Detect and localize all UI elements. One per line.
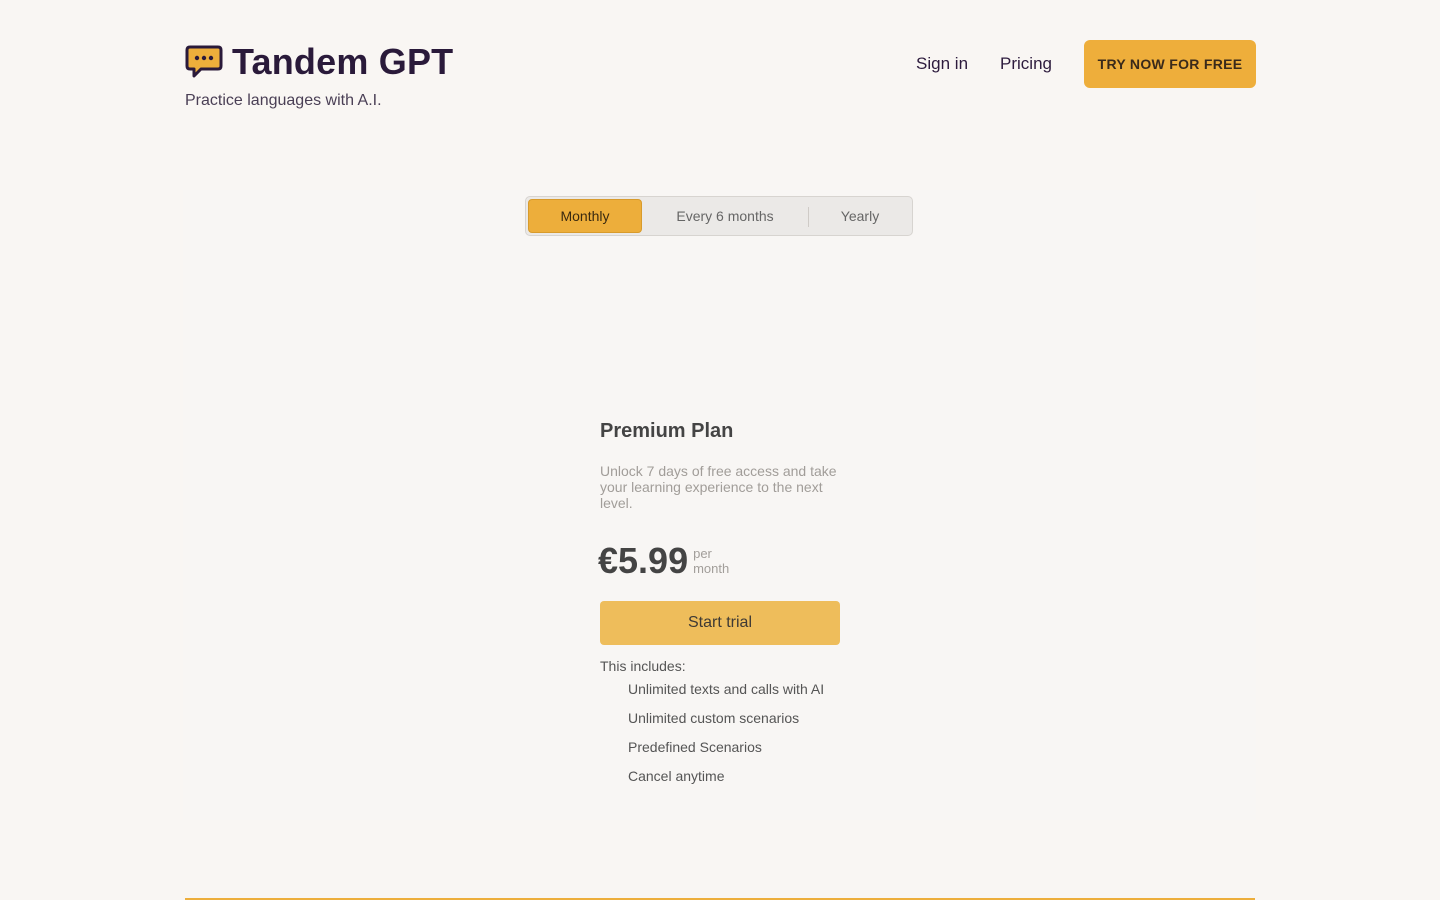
start-trial-button[interactable]: Start trial bbox=[600, 601, 840, 645]
toggle-every-6-months[interactable]: Every 6 months bbox=[644, 199, 806, 233]
brand[interactable]: Tandem GPT bbox=[185, 40, 453, 84]
pricing-link[interactable]: Pricing bbox=[1000, 40, 1052, 88]
main-nav: Sign in Pricing TRY NOW FOR FREE bbox=[916, 40, 1256, 88]
toggle-monthly[interactable]: Monthly bbox=[528, 199, 642, 233]
chat-bubble-icon bbox=[185, 43, 223, 81]
plan-price: €5.99 bbox=[598, 540, 689, 581]
price-row: €5.99 per month bbox=[598, 541, 840, 581]
premium-plan-card: Premium Plan Unlock 7 days of free acces… bbox=[598, 418, 840, 796]
feature-item: Unlimited texts and calls with AI bbox=[628, 681, 825, 697]
feature-list: Unlimited texts and calls with AI Unlimi… bbox=[628, 680, 840, 785]
try-free-button[interactable]: TRY NOW FOR FREE bbox=[1084, 40, 1256, 88]
brand-tagline: Practice languages with A.I. bbox=[185, 92, 382, 109]
brand-name: Tandem GPT bbox=[232, 41, 454, 82]
site-header: Tandem GPT Practice languages with A.I. … bbox=[185, 40, 1256, 120]
feature-item: Cancel anytime bbox=[628, 768, 725, 784]
plan-title: Premium Plan bbox=[600, 420, 734, 442]
price-unit-per: per bbox=[693, 546, 712, 561]
toggle-divider bbox=[808, 207, 809, 227]
sign-in-link[interactable]: Sign in bbox=[916, 40, 968, 88]
plan-description: Unlock 7 days of free access and take yo… bbox=[600, 463, 837, 511]
price-unit-month: month bbox=[693, 561, 730, 576]
toggle-yearly[interactable]: Yearly bbox=[810, 199, 910, 233]
billing-period-toggle: Monthly Every 6 months Yearly bbox=[525, 196, 913, 236]
includes-label: This includes: bbox=[600, 658, 686, 674]
price-unit: per month bbox=[693, 546, 729, 576]
feature-item: Predefined Scenarios bbox=[628, 739, 762, 755]
feature-item: Unlimited custom scenarios bbox=[628, 710, 800, 726]
